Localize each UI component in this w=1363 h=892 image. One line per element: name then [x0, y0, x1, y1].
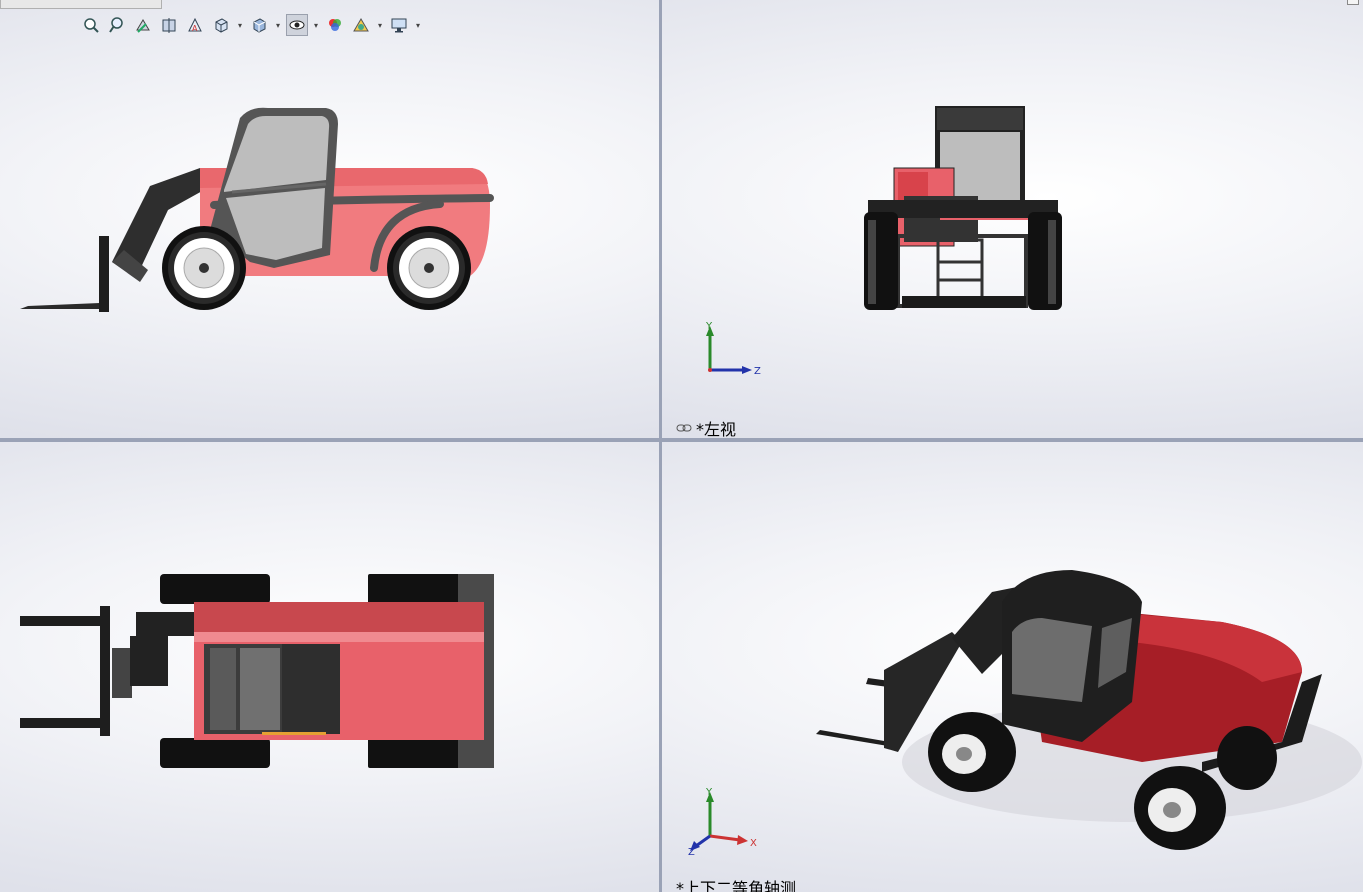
triad-x-label: X — [750, 838, 757, 849]
fork-tine — [20, 303, 100, 309]
view-orientation-icon[interactable] — [210, 14, 232, 36]
view-name: *左视 — [696, 420, 737, 438]
coordinate-triad: Y Z — [705, 321, 761, 377]
dynamic-annotation-icon[interactable]: A — [184, 14, 206, 36]
edit-appearance-icon[interactable] — [324, 14, 346, 36]
triad-z-label: Z — [754, 366, 761, 377]
chevron-down-icon[interactable]: ▾ — [414, 21, 422, 30]
display-style-icon[interactable] — [248, 14, 270, 36]
previous-view-icon[interactable] — [132, 14, 154, 36]
triad-y-label: Y — [705, 787, 713, 798]
chevron-down-icon[interactable]: ▾ — [312, 21, 320, 30]
fork-carriage — [99, 236, 109, 312]
front-wheel — [162, 226, 246, 310]
viewport-left[interactable]: Y Z *左视 — [662, 0, 1363, 438]
telehandler-side-model — [20, 107, 494, 312]
fork-carriage — [100, 606, 110, 736]
triad-z-label: Z — [688, 847, 695, 856]
link-views-icon[interactable] — [676, 423, 692, 433]
chevron-down-icon[interactable]: ▾ — [376, 21, 384, 30]
view-name: *上下二等角轴测 — [676, 879, 797, 892]
zoom-to-fit-icon[interactable] — [80, 14, 102, 36]
viewport-isometric[interactable]: Y X Z *上下二等角轴测 — [662, 442, 1363, 892]
viewport-front[interactable]: A ▾ ▾ ▾ ▾ ▾ — [0, 0, 659, 438]
chevron-down-icon[interactable]: ▾ — [274, 21, 282, 30]
triad-y-label: Y — [705, 321, 713, 332]
viewport-splitter-vertical[interactable] — [659, 0, 662, 892]
view-orientation-label: *左视 — [676, 416, 736, 438]
hide-show-items-icon[interactable] — [286, 14, 308, 36]
viewport-splitter-horizontal[interactable] — [0, 438, 1363, 442]
telehandler-top-model — [20, 574, 494, 768]
view-orientation-label: *上下二等角轴测 — [676, 875, 796, 892]
coordinate-triad: Y X Z — [688, 787, 757, 856]
front-wheel — [928, 712, 1016, 792]
fork-tine — [20, 616, 104, 626]
viewport-corner-handle[interactable] — [1347, 0, 1359, 5]
apply-scene-icon[interactable] — [350, 14, 372, 36]
zoom-to-area-icon[interactable] — [106, 14, 128, 36]
fork-tine — [20, 718, 104, 728]
section-view-icon[interactable] — [158, 14, 180, 36]
rear-wheel — [1134, 766, 1226, 850]
cab-glass — [1012, 618, 1092, 702]
viewport-top[interactable] — [0, 442, 659, 892]
feature-tree-tab[interactable] — [0, 0, 162, 9]
view-settings-icon[interactable] — [388, 14, 410, 36]
heads-up-view-toolbar: A ▾ ▾ ▾ ▾ ▾ — [80, 12, 422, 38]
rear-wheel — [387, 226, 471, 310]
chevron-down-icon[interactable]: ▾ — [236, 21, 244, 30]
svg-text:A: A — [192, 24, 198, 33]
